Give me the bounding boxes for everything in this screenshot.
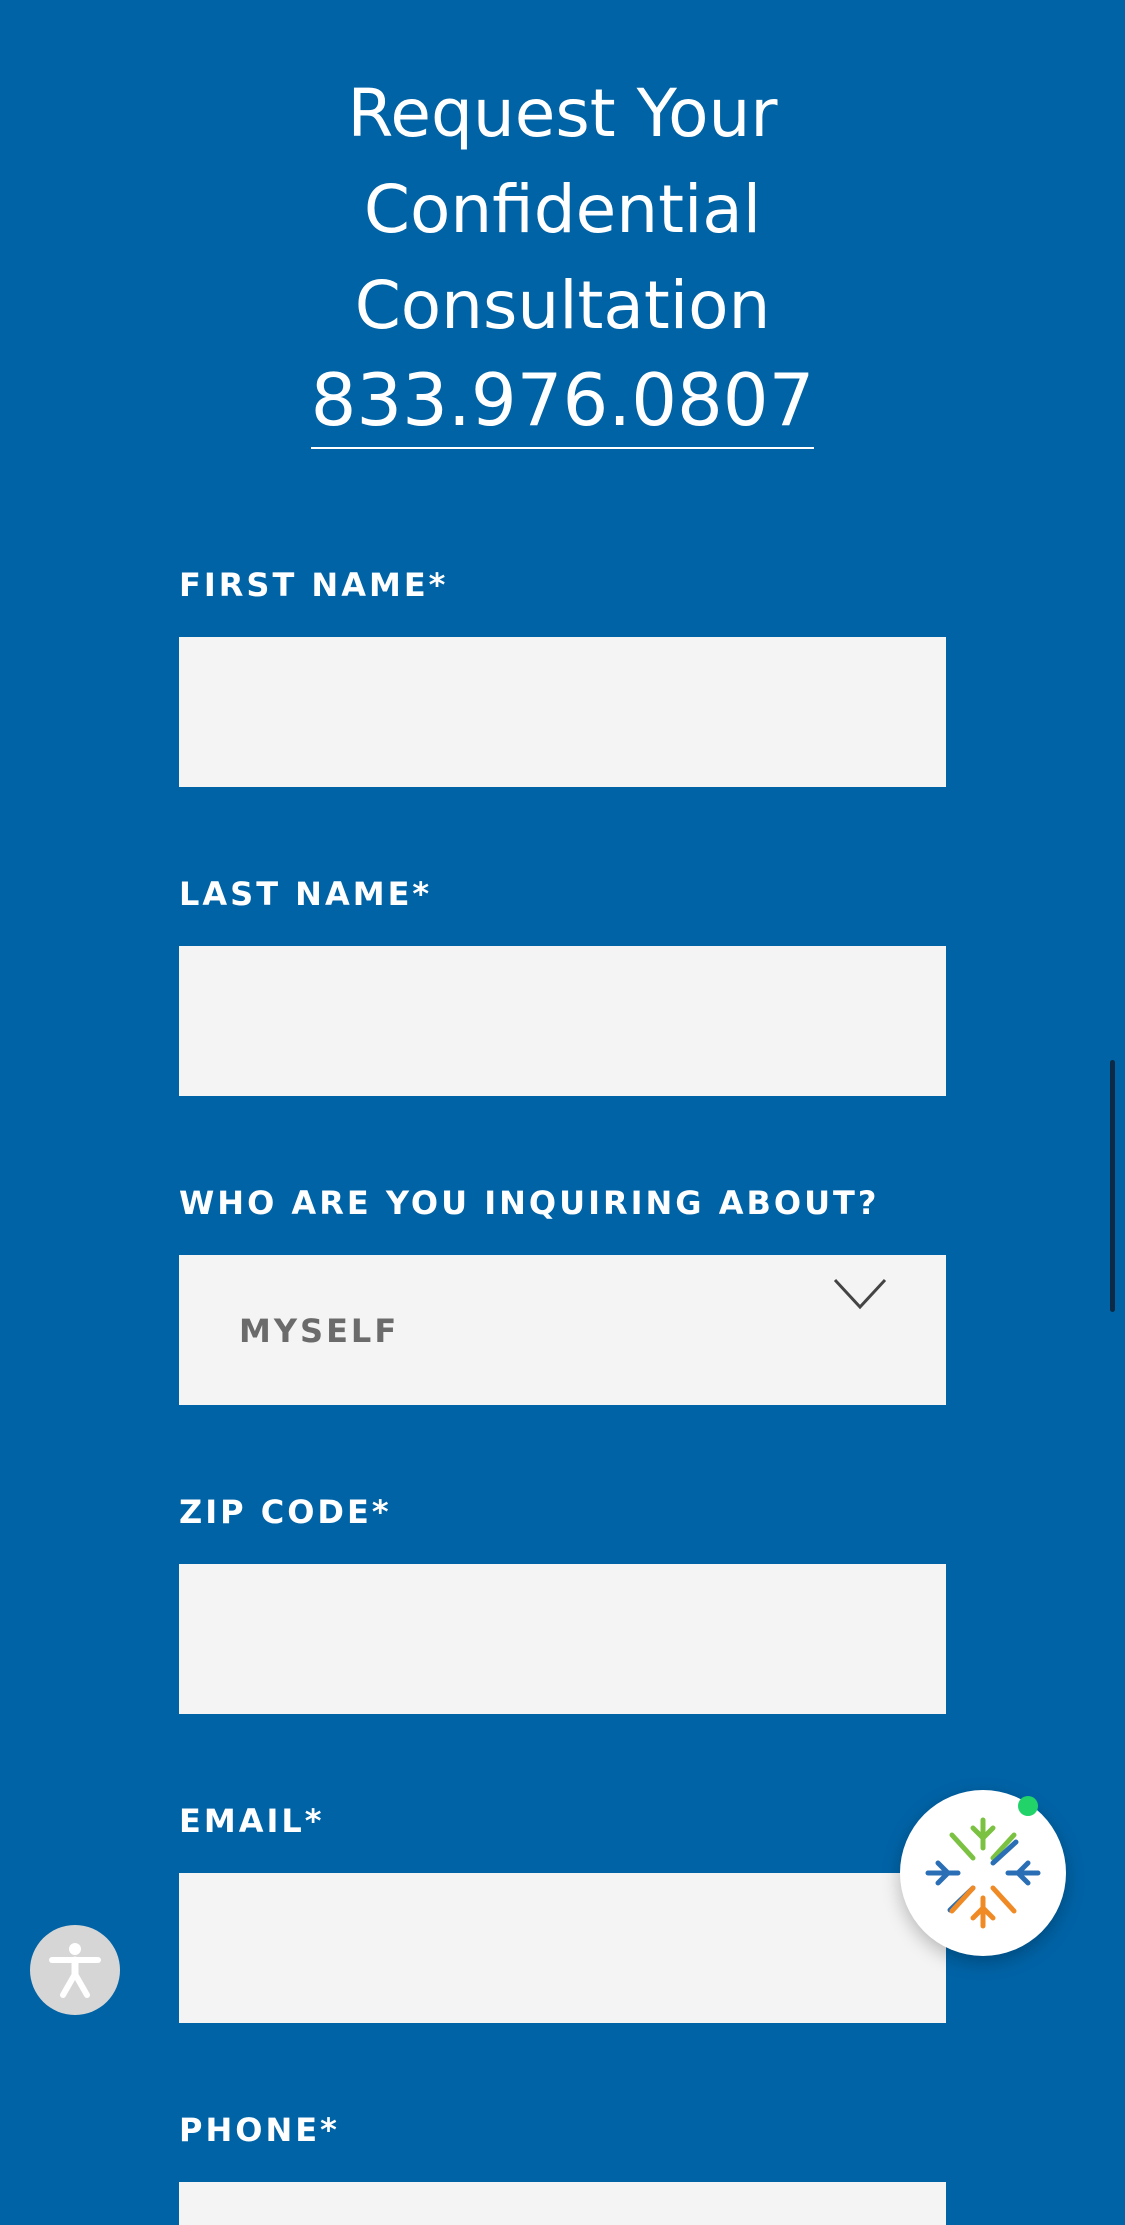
- inquiring-about-selected-value: MYSELF: [239, 1312, 400, 1350]
- chevron-down-icon: [833, 1278, 887, 1310]
- phone-label: PHONE*: [179, 2111, 340, 2149]
- last-name-input[interactable]: [179, 946, 946, 1096]
- first-name-label: FIRST NAME*: [179, 566, 449, 604]
- email-label: EMAIL*: [179, 1802, 325, 1840]
- page-scrollbar[interactable]: [1110, 1060, 1115, 1312]
- inquiring-about-label: WHO ARE YOU INQUIRING ABOUT?: [179, 1184, 880, 1222]
- phone-number-link-wrapper: 833.976.0807: [0, 355, 1125, 449]
- inquiring-about-select[interactable]: MYSELF: [179, 1255, 946, 1405]
- chat-logo-icon: [925, 1817, 1041, 1929]
- consultation-form-page: Request Your Confidential Consultation 8…: [0, 0, 1125, 2225]
- phone-input[interactable]: [179, 2182, 946, 2225]
- last-name-label: LAST NAME*: [179, 875, 433, 913]
- chat-status-dot: [1018, 1796, 1038, 1816]
- page-title: Request Your Confidential Consultation: [0, 66, 1125, 354]
- first-name-input[interactable]: [179, 637, 946, 787]
- title-line-1: Request Your: [347, 75, 778, 152]
- phone-number-link[interactable]: 833.976.0807: [310, 355, 815, 449]
- chat-widget-button[interactable]: [900, 1790, 1066, 1956]
- email-input[interactable]: [179, 1873, 946, 2023]
- title-line-3: Consultation: [354, 267, 771, 344]
- accessibility-icon: [49, 1943, 101, 1998]
- zip-code-input[interactable]: [179, 1564, 946, 1714]
- accessibility-button[interactable]: [30, 1925, 120, 2015]
- title-line-2: Confidential: [363, 171, 762, 248]
- zip-code-label: ZIP CODE*: [179, 1493, 392, 1531]
